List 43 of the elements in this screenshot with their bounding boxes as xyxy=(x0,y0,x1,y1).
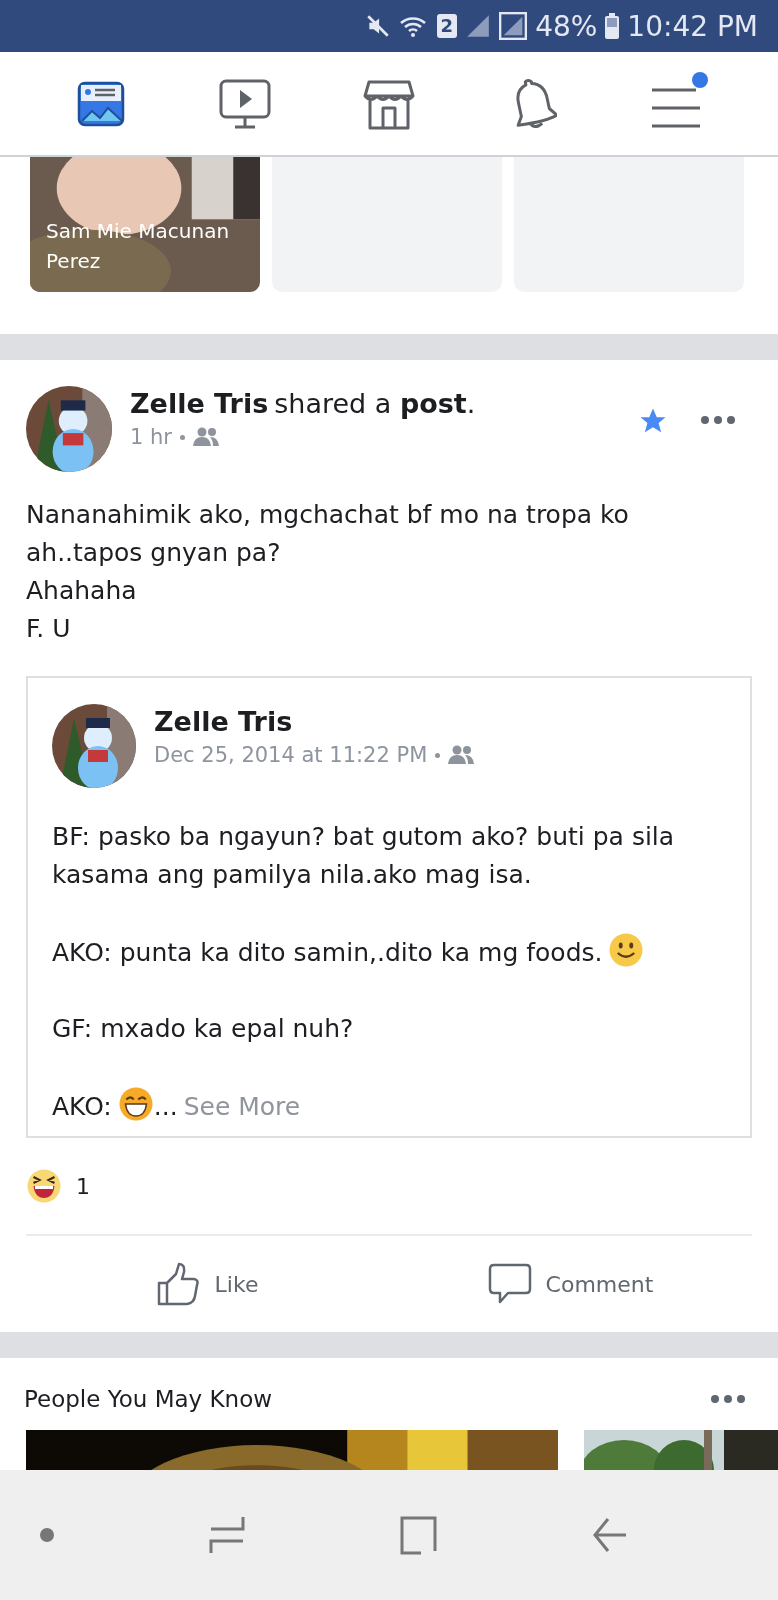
like-button[interactable]: Like xyxy=(26,1236,389,1332)
post-text: F. U xyxy=(26,613,72,645)
signal-icon xyxy=(465,13,492,39)
shared-post-card[interactable] xyxy=(26,676,752,1138)
see-more-link[interactable]: See More xyxy=(183,1092,301,1121)
smile-emoji-icon xyxy=(608,932,645,968)
post-action: shared a post. xyxy=(274,388,476,419)
dot-icon[interactable] xyxy=(40,1528,54,1542)
video-icon xyxy=(218,77,271,130)
laughing-emoji-icon xyxy=(26,1168,62,1204)
home-icon[interactable] xyxy=(399,1515,438,1555)
shared-text: AKO: punta ka dito samin,.dito ka mg foods. xyxy=(52,938,603,967)
shared-text: AKO: xyxy=(52,1092,112,1121)
author-name[interactable]: Zelle Tris xyxy=(130,388,269,419)
separator-dot xyxy=(435,752,441,758)
reaction-count[interactable]: 1 xyxy=(76,1173,90,1199)
thumbs-up-icon xyxy=(156,1262,201,1306)
grin-emoji-icon xyxy=(117,1086,154,1122)
shared-text: BF: pasko ba ngayun? bat gutom ako? buti pa sila kasama ang pamilya nila.ako mag isa. xyxy=(52,822,675,889)
post-time: Dec 25, 2014 at 11:22 PM xyxy=(154,743,428,767)
back-icon[interactable] xyxy=(591,1515,628,1555)
comment-icon xyxy=(487,1263,532,1305)
post-text: Nananahimik ako, mgchachat bf mo na tropa ko ah..tapos gnyan pa? xyxy=(26,499,630,569)
friends-icon xyxy=(448,745,475,765)
separator-dot xyxy=(180,434,185,440)
comment-button[interactable]: Comment xyxy=(389,1236,752,1332)
more-options-icon[interactable] xyxy=(700,415,736,425)
friends-icon xyxy=(193,427,219,447)
story-card[interactable]: Sam Mie Macunan Perez xyxy=(30,157,260,292)
battery-icon xyxy=(605,13,620,39)
shared-text: GF: mxado ka epal nuh? xyxy=(52,1014,354,1043)
clock: 10:42 PM xyxy=(627,9,758,43)
story-name: Sam Mie Macunan Perez xyxy=(46,218,231,275)
signal-icon xyxy=(499,12,528,40)
section-title: People You May Know xyxy=(24,1386,273,1412)
post-text: Ahahaha xyxy=(26,575,138,607)
post-time: 1 hr xyxy=(130,425,172,449)
battery-percent: 48% xyxy=(535,9,598,43)
author-name[interactable]: Zelle Tris xyxy=(154,706,726,737)
ellipsis: ... xyxy=(153,1092,178,1121)
sim-badge: 2 xyxy=(436,14,458,38)
recent-apps-icon[interactable] xyxy=(208,1515,245,1555)
more-options-icon[interactable] xyxy=(710,1394,746,1404)
